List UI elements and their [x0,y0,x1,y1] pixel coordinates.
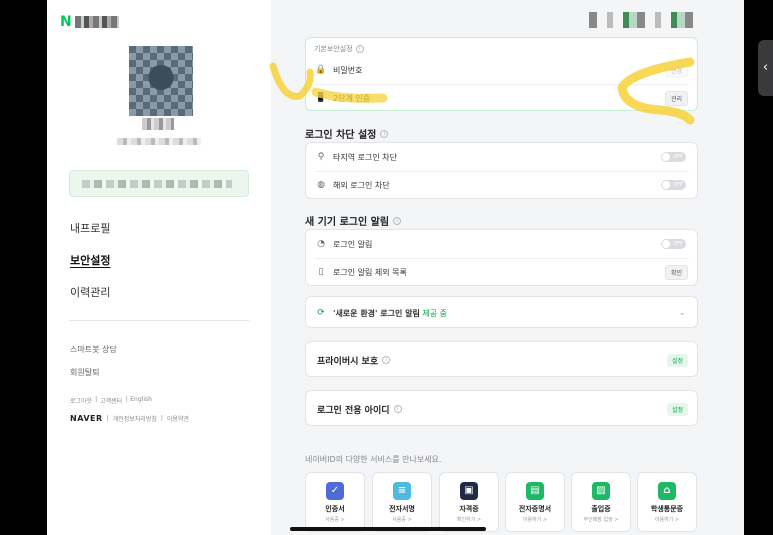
overseas-block-label: 해외 로그인 차단 [333,180,390,190]
services-heading: 네이버ID의 다양한 서비스를 만나보세요. [305,455,442,464]
basic-security-heading: 기본보안설정 i [314,44,364,54]
right-bezel: ‹ [744,0,773,535]
sidebar-menu: 내프로필 보안설정 이력관리 [70,220,110,316]
password-card: 기본보안설정 i 🔒 비밀번호 변경 📱 2단계 인증 관리 [305,37,698,111]
chevron-left-icon[interactable]: ‹ [758,40,773,96]
logout-link[interactable]: 로그아웃 [70,396,92,405]
redacted-name [117,138,201,145]
service-e-signature[interactable]: ≡ 전자서명 사용중 > [372,472,432,532]
new-environment-label: '새로운 환경' 로그인 알림 [333,308,420,318]
location-pin-icon: ⚲ [317,152,325,162]
login-alert-row: ◔ 로그인 알림 OFF [306,230,697,258]
privacy-settings-button[interactable]: 설정 [666,353,688,367]
redacted-username [74,16,119,28]
logo-letter: N [60,14,72,30]
footer-links: 로그아웃 | 고객센터 | English [70,396,152,405]
login-only-id-card: 로그인 전용 아이디 i 설정 [305,390,698,426]
service-e-certificate[interactable]: ▤ 전자증명서 이용하기 > [505,472,565,532]
two-step-label: 2단계 인증 [333,93,371,103]
info-icon[interactable]: i [382,356,391,364]
new-device-title: 새 기기 로그인 알림 i [305,213,402,228]
sidebar-item-profile[interactable]: 내프로필 [70,220,110,235]
service-student[interactable]: ⌂ 학생통문증 이용하기 > [637,472,697,532]
alert-exclusion-row[interactable]: ▯ 로그인 알림 제외 목록 확인 [306,258,697,286]
sidebar-item-security[interactable]: 보안설정 [70,252,110,267]
info-icon[interactable]: i [393,405,402,413]
footer-brand-row: NAVER | 개인정보처리방침 | 이용약관 [70,414,189,423]
info-icon[interactable]: i [380,129,389,138]
naver-logo[interactable]: N [60,14,119,30]
phone-icon: 📱 [315,93,327,103]
privacy-card: 프라이버시 보호 i 설정 [305,341,698,377]
license-icon: ▣ [460,482,478,500]
service-certificate[interactable]: ✓ 인증서 사용중 > [305,472,365,532]
account-id-box [69,170,249,197]
change-password-button[interactable]: 변경 [664,62,688,78]
avatar[interactable] [129,46,193,116]
new-environment-status: 제공 중 [422,308,448,318]
sidebar-divider [69,320,249,321]
region-block-row: ⚲ 타지역 로그인 차단 OFF [306,143,697,171]
terms-link[interactable]: 이용약관 [167,414,189,423]
main-content: 기본보안설정 i 🔒 비밀번호 변경 📱 2단계 인증 관리 로그인 차단 설정… [271,0,744,535]
sidebar: N 내프로필 보안설정 이력관리 스마트봇 상담 회원탈퇴 로그아웃 | 고객센터… [47,0,271,535]
redacted-account-id [82,180,232,188]
info-icon[interactable]: i [393,216,402,225]
school-icon: ⌂ [658,482,676,500]
password-row[interactable]: 🔒 비밀번호 변경 [306,56,697,84]
password-label: 비밀번호 [333,65,363,75]
english-link[interactable]: English [130,396,152,405]
login-block-card: ⚲ 타지역 로그인 차단 OFF ◍ 해외 로그인 차단 OFF [305,142,698,199]
home-indicator[interactable] [290,527,486,531]
device-icon: ▯ [318,267,324,277]
login-only-id-title: 로그인 전용 아이디 [317,405,390,416]
info-icon[interactable]: i [355,45,364,53]
view-exclusion-button[interactable]: 확인 [664,264,688,280]
manage-two-step-button[interactable]: 관리 [664,90,688,106]
chevron-down-icon[interactable]: ⌄ [678,308,686,318]
login-alert-toggle[interactable]: OFF [661,239,686,249]
login-alert-label: 로그인 알림 [333,239,373,249]
naver-footer-logo: NAVER [70,414,103,423]
bell-icon: ◔ [317,239,325,249]
document-icon: ≡ [393,482,411,500]
chatbot-link[interactable]: 스마트봇 상담 [70,344,117,355]
redacted-avatar-caption [142,118,174,130]
new-environment-icon: ⟳ [317,308,325,318]
left-bezel [0,0,47,535]
login-block-title: 로그인 차단 설정 i [305,126,389,141]
service-access-pass[interactable]: ▨ 출입증 무인매장 입장 > [571,472,631,532]
globe-icon: ◍ [317,180,325,190]
help-center-link[interactable]: 고객센터 [100,396,122,405]
privacy-title: 프라이버시 보호 [317,356,379,367]
two-step-row[interactable]: 📱 2단계 인증 관리 [306,84,697,112]
shield-icon: ✓ [326,482,344,500]
region-block-toggle[interactable]: OFF [661,152,686,162]
lock-icon: 🔒 [315,65,327,75]
sidebar-sub-links: 스마트봇 상담 회원탈퇴 [70,344,117,390]
overseas-block-toggle[interactable]: OFF [661,180,686,190]
sidebar-item-history[interactable]: 이력관리 [70,284,110,299]
region-block-label: 타지역 로그인 차단 [333,152,397,162]
alert-exclusion-label: 로그인 알림 제외 목록 [333,267,407,277]
service-license[interactable]: ▣ 자격증 확인하기 > [439,472,499,532]
privacy-policy-link[interactable]: 개인정보처리방침 [113,414,157,423]
login-only-id-settings-button[interactable]: 설정 [666,402,688,416]
certificate-icon: ▤ [526,482,544,500]
withdraw-link[interactable]: 회원탈퇴 [70,367,117,378]
redacted-header-info [589,12,695,28]
new-device-card: ◔ 로그인 알림 OFF ▯ 로그인 알림 제외 목록 확인 [305,229,698,286]
pass-icon: ▨ [592,482,610,500]
new-environment-card[interactable]: ⟳ '새로운 환경' 로그인 알림 제공 중 ⌄ [305,296,698,328]
overseas-block-row: ◍ 해외 로그인 차단 OFF [306,171,697,199]
